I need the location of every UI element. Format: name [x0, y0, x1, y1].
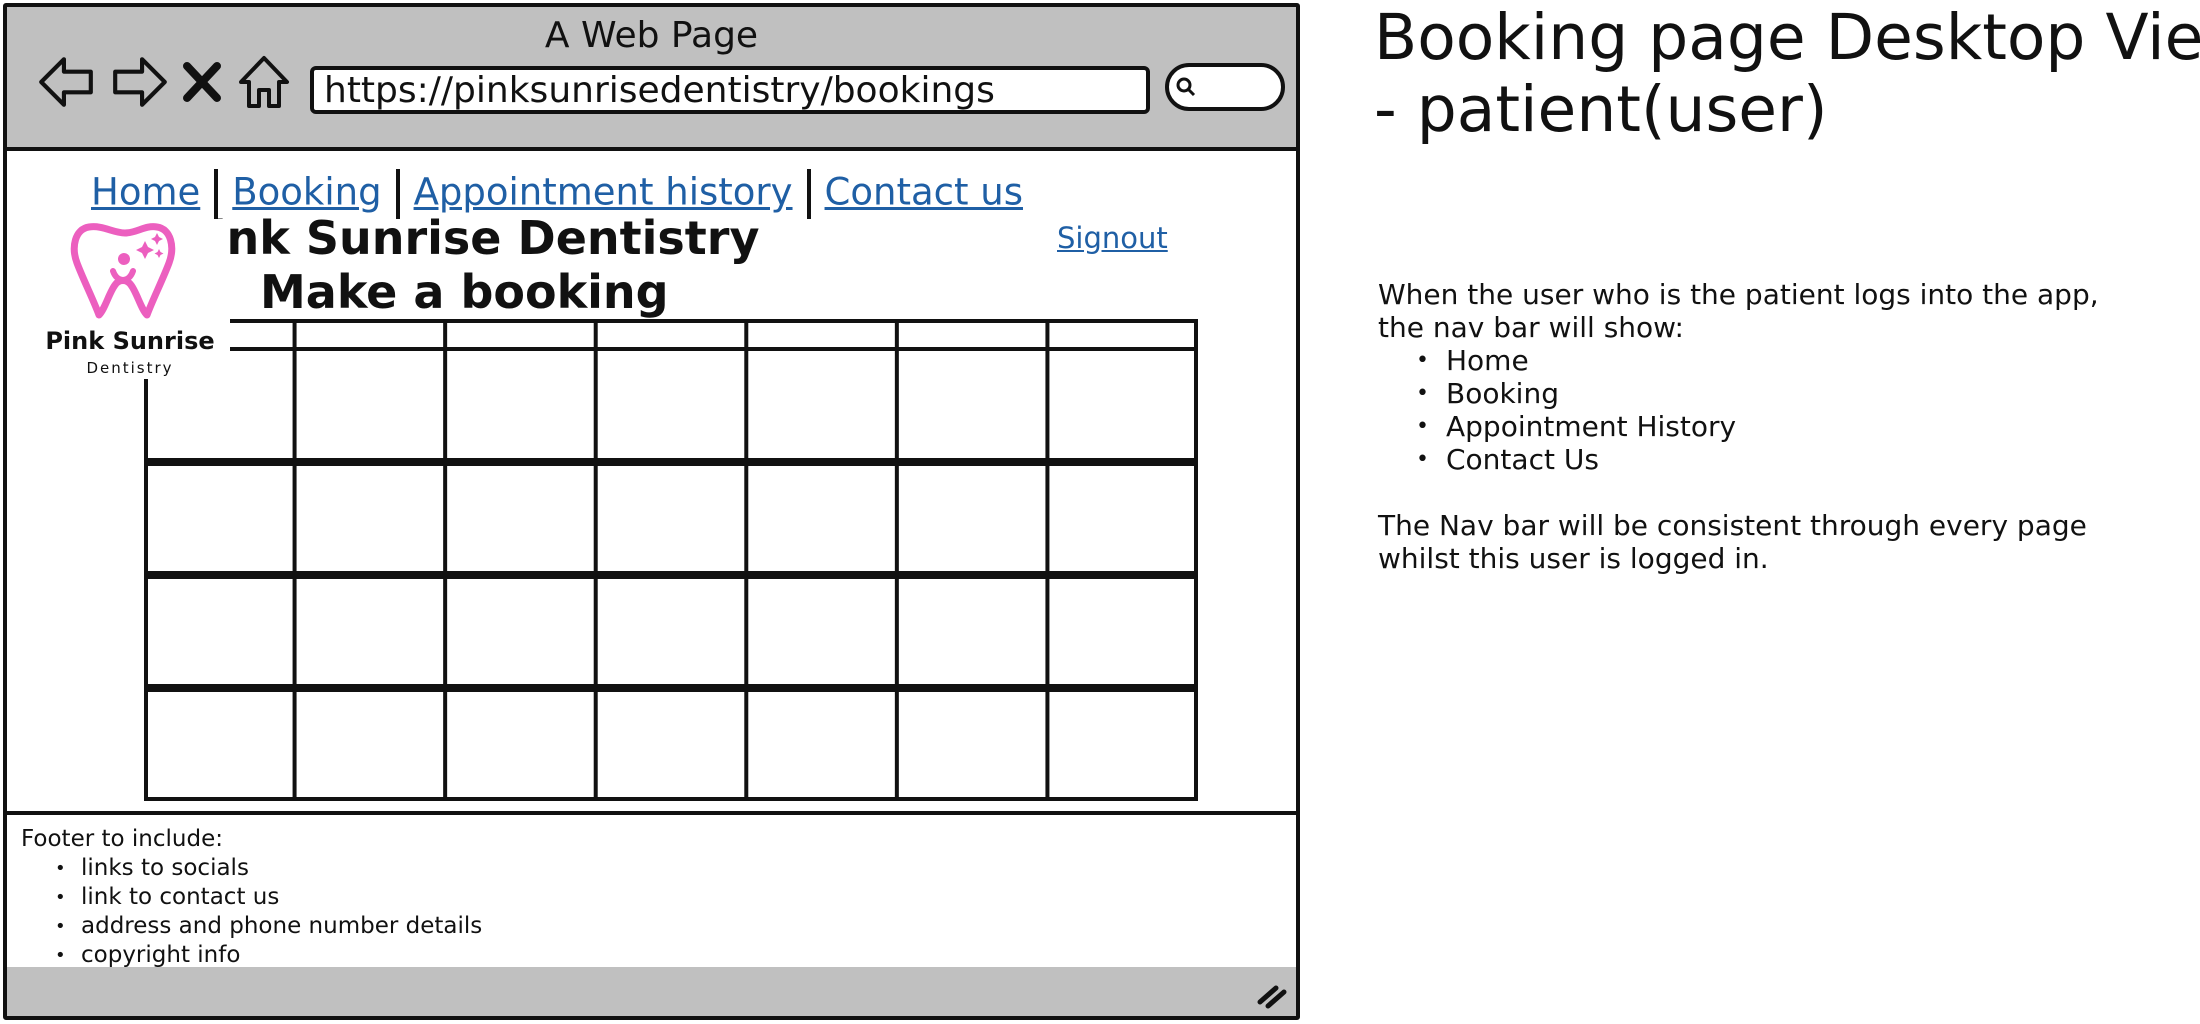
nav-link-booking[interactable]: Booking — [232, 171, 381, 214]
grid-border — [144, 319, 1198, 801]
wireframe-canvas: A Web Page https://pinksunrisedentistry/… — [0, 0, 2200, 1024]
back-arrow-icon[interactable] — [35, 51, 97, 113]
notes-outro-line2: whilst this user is logged in. — [1378, 542, 1769, 575]
notes-nav-item: Booking — [1416, 377, 2138, 410]
nav-divider — [806, 169, 811, 219]
home-icon[interactable] — [237, 51, 291, 113]
logo-name: Pink Sunrise — [45, 327, 215, 355]
search-input[interactable] — [1165, 63, 1285, 111]
notes-outro-line1: The Nav bar will be consistent through e… — [1378, 509, 2087, 542]
brand-title: Pink Sunrise Dentistry — [177, 211, 760, 265]
signout-link[interactable]: Signout — [1057, 221, 1168, 255]
nav-link-contact-us[interactable]: Contact us — [825, 171, 1023, 214]
browser-statusbar — [7, 967, 1296, 1016]
window-title: A Web Page — [544, 15, 759, 56]
booking-calendar-grid[interactable] — [144, 319, 1198, 801]
close-icon[interactable] — [179, 51, 225, 113]
notes-nav-list: Home Booking Appointment History Contact… — [1378, 344, 2138, 476]
footer-item-address: address and phone number details — [55, 912, 1282, 941]
page-title: Make a booking — [260, 265, 669, 319]
notes-nav-item: Appointment History — [1416, 410, 2138, 443]
resize-handle-icon[interactable] — [1254, 980, 1288, 1010]
notes-intro-line2: the nav bar will show: — [1378, 311, 1684, 344]
page-footer: Footer to include: links to socials link… — [7, 811, 1296, 971]
site-logo[interactable]: Pink Sunrise Dentistry — [30, 219, 230, 379]
notes-nav-item: Home — [1416, 344, 2138, 377]
footer-list: links to socials link to contact us addr… — [21, 854, 1282, 970]
annotation-title-line1: Booking page Desktop View — [1374, 1, 2200, 74]
url-input[interactable]: https://pinksunrisedentistry/bookings — [310, 66, 1150, 114]
nav-link-home[interactable]: Home — [91, 171, 200, 214]
browser-titlebar: A Web Page https://pinksunrisedentistry/… — [7, 7, 1296, 151]
forward-arrow-icon[interactable] — [109, 51, 171, 113]
logo-subtitle: Dentistry — [86, 359, 174, 377]
search-icon — [1176, 77, 1196, 97]
footer-heading: Footer to include: — [21, 826, 223, 852]
footer-item-contact: link to contact us — [55, 883, 1282, 912]
annotation-title-line2: - patient(user) — [1374, 73, 1828, 146]
annotation-title: Booking page Desktop View - patient(user… — [1374, 2, 2200, 146]
notes-intro-line1: When the user who is the patient logs in… — [1378, 278, 2099, 311]
browser-window: A Web Page https://pinksunrisedentistry/… — [3, 3, 1300, 1020]
page-content: Home Booking Appointment history Contact us… — [7, 151, 1296, 811]
notes-nav-item: Contact Us — [1416, 443, 2138, 476]
footer-item-copyright: copyright info — [55, 941, 1282, 970]
annotation-notes: When the user who is the patient logs in… — [1378, 278, 2138, 575]
footer-item-socials: links to socials — [55, 854, 1282, 883]
nav-link-appointment-history[interactable]: Appointment history — [414, 171, 793, 214]
tooth-logo-icon — [70, 223, 176, 319]
